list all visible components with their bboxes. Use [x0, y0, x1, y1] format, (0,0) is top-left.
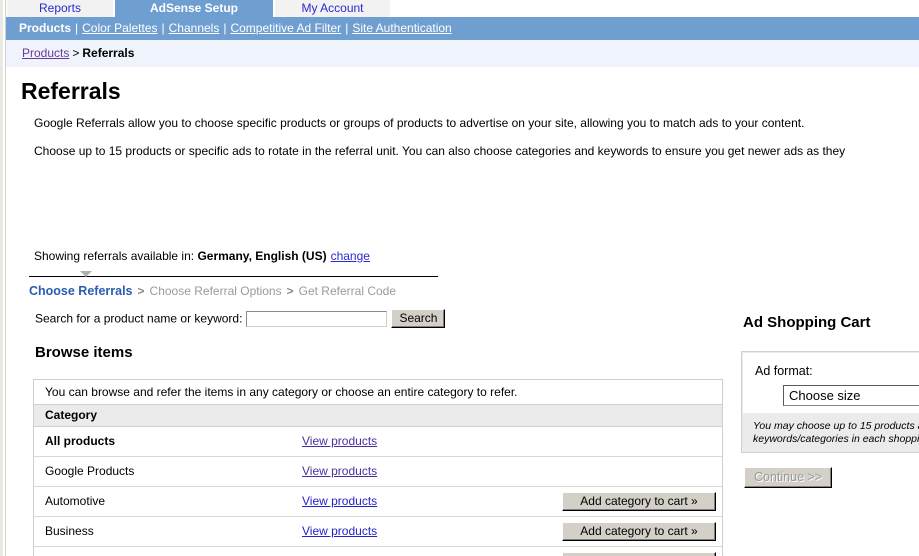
subnav-separator-2: |: [161, 21, 165, 35]
tab-reports-label: Reports: [38, 1, 82, 15]
app-window: Reports AdSense Setup My Account Product…: [0, 0, 919, 556]
continue-button[interactable]: Continue >>: [744, 467, 833, 488]
browse-items-heading: Browse items: [35, 344, 133, 361]
table-row: All products View products: [34, 427, 722, 457]
main-content: Referrals Google Referrals allow you to …: [6, 67, 919, 556]
tab-my-account-label: My Account: [301, 1, 364, 15]
category-name: Google Products: [45, 464, 135, 478]
secondary-nav-bar: Products | Color Palettes | Channels | Competi…: [6, 17, 919, 40]
subnav-item-channels[interactable]: Channels: [169, 21, 220, 35]
search-label: Search for a product name or keyword:: [35, 311, 243, 326]
page-title: Referrals: [21, 78, 121, 104]
continue-button-wrap: Continue >>: [744, 467, 833, 488]
view-products-link[interactable]: View products: [302, 464, 377, 478]
subnav-separator-3: |: [223, 21, 227, 35]
subnav-item-products[interactable]: Products: [19, 21, 71, 35]
view-products-cell: View products: [302, 517, 377, 546]
category-table-note: You can browse and refer the items in an…: [34, 380, 722, 405]
view-products-link[interactable]: View products: [302, 434, 377, 448]
breadcrumb-bar: Products > Referrals: [6, 40, 919, 67]
subnav-separator-4: |: [345, 21, 349, 35]
window-left-gutter: [0, 0, 3, 556]
search-input[interactable]: [246, 310, 388, 327]
tab-adsense-setup[interactable]: AdSense Setup: [114, 0, 274, 17]
locale-value: Germany, English (US): [197, 249, 327, 263]
breadcrumb-current-referrals: Referrals: [82, 46, 135, 60]
step-choose-referrals[interactable]: Choose Referrals: [29, 284, 133, 298]
locale-line: Showing referrals available in: Germany,…: [34, 249, 370, 263]
view-products-link[interactable]: View products: [302, 524, 377, 538]
step-separator-2: >: [286, 284, 294, 298]
locale-label: Showing referrals available in:: [34, 249, 195, 263]
add-category-cell: Add category to cart »: [562, 492, 716, 511]
table-row: Automotive View products Add category to…: [34, 487, 722, 517]
step-separator-1: >: [137, 284, 145, 298]
primary-tab-bar: Reports AdSense Setup My Account: [6, 0, 919, 17]
ad-shopping-cart-help-text: You may choose up to 15 products an keywo…: [753, 420, 919, 446]
product-search-row: Search for a product name or keyword: Sea…: [35, 309, 446, 329]
ad-shopping-cart-panel: Ad format: Choose size You may choose up…: [741, 351, 919, 453]
category-name: Business: [45, 524, 94, 538]
view-products-cell: View products: [302, 547, 377, 556]
add-category-to-cart-button[interactable]: Add category to cart »: [562, 522, 716, 541]
step-choose-referral-options: Choose Referral Options: [149, 284, 282, 298]
view-products-cell: View products: [302, 487, 377, 516]
add-category-cell: Add category to cart »: [562, 552, 716, 556]
step-get-referral-code: Get Referral Code: [298, 284, 397, 298]
add-category-to-cart-button[interactable]: Add category to cart »: [562, 552, 716, 556]
breadcrumb-separator: >: [72, 46, 80, 60]
ad-format-label: Ad format:: [755, 364, 813, 378]
cart-help-line-2: keywords/categories in each shoppin: [753, 433, 919, 445]
tab-adsense-setup-label: AdSense Setup: [149, 1, 239, 15]
subnav-separator-1: |: [75, 21, 79, 35]
table-row: Computers & Electronics View products Ad…: [34, 547, 722, 556]
cart-help-line-1: You may choose up to 15 products an: [753, 420, 919, 432]
category-column-header: Category: [34, 405, 722, 427]
category-name: Computers & Electronics: [45, 547, 177, 556]
subnav-item-site-authentication[interactable]: Site Authentication: [352, 21, 451, 35]
tab-reports[interactable]: Reports: [6, 0, 114, 17]
category-name: Automotive: [45, 494, 106, 508]
subnav-item-color-palettes[interactable]: Color Palettes: [82, 21, 157, 35]
add-category-cell: Add category to cart »: [562, 522, 716, 541]
intro-paragraph-2: Choose up to 15 products or specific ads…: [34, 144, 846, 158]
view-products-cell: View products: [302, 427, 377, 456]
breadcrumb: Products > Referrals: [22, 40, 134, 67]
table-row: Google Products View products: [34, 457, 722, 487]
category-name: All products: [45, 434, 116, 448]
step-current-marker-icon: [80, 271, 92, 277]
view-products-cell: View products: [302, 457, 377, 486]
secondary-nav-items: Products | Color Palettes | Channels | Competi…: [19, 17, 452, 40]
table-row: Business View products Add category to c…: [34, 517, 722, 547]
ad-format-select[interactable]: Choose size: [783, 385, 919, 406]
subnav-item-competitive-ad-filter[interactable]: Competitive Ad Filter: [230, 21, 341, 35]
category-table: You can browse and refer the items in an…: [33, 379, 723, 556]
step-wizard: Choose Referrals > Choose Referral Options…: [29, 282, 396, 300]
tab-my-account[interactable]: My Account: [274, 0, 391, 17]
tab-bar-filler: [391, 0, 919, 17]
search-button[interactable]: Search: [391, 309, 446, 328]
breadcrumb-link-products[interactable]: Products: [22, 46, 69, 60]
locale-change-link[interactable]: change: [331, 249, 370, 263]
intro-paragraph-1: Google Referrals allow you to choose spe…: [34, 116, 805, 130]
add-category-to-cart-button[interactable]: Add category to cart »: [562, 492, 716, 511]
ad-shopping-cart-title: Ad Shopping Cart: [743, 314, 871, 331]
view-products-link[interactable]: View products: [302, 494, 377, 508]
